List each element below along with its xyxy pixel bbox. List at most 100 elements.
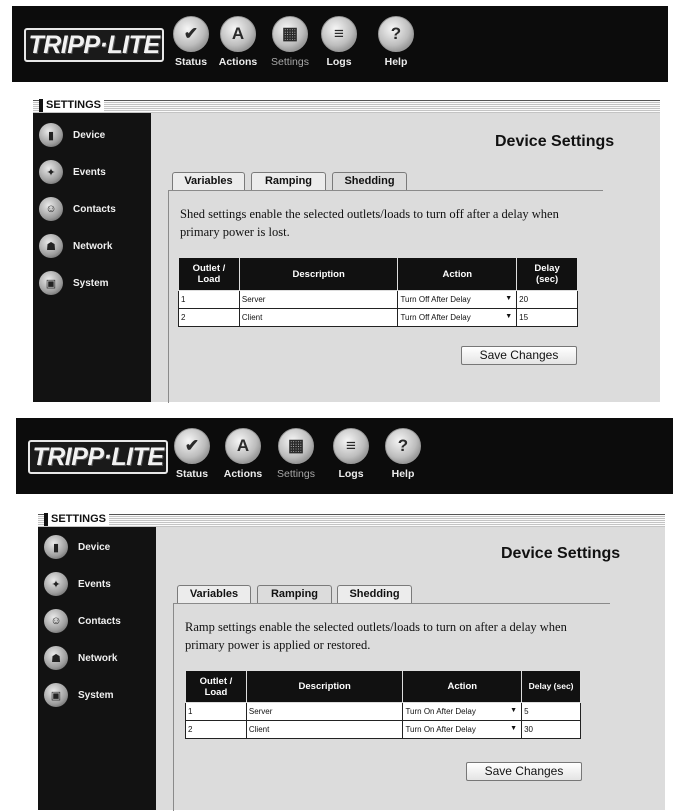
settings-icon: ▦ <box>272 16 308 52</box>
description-header: Description <box>238 257 399 291</box>
nav-status[interactable]: ✔ Status <box>169 428 215 480</box>
content-area: Device Settings Variables Ramping Sheddi… <box>156 527 665 811</box>
action-header: Action <box>402 670 523 703</box>
nav-logs[interactable]: ≡ Logs <box>328 428 374 480</box>
settings-section-bar: SETTINGS <box>33 99 660 113</box>
sidebar-item-device[interactable]: ▮ Device <box>44 533 110 561</box>
tripp-lite-logo: TRIPP·LITE <box>28 440 168 474</box>
dropdown-arrow-icon: ▼ <box>510 725 518 732</box>
device-icon: ▮ <box>39 123 63 147</box>
page-title: Device Settings <box>495 133 615 150</box>
table-row: 2 Client Turn On After Delay ▼ 30 <box>185 720 581 739</box>
nav-actions[interactable]: A Actions <box>220 428 266 480</box>
tab-shedding[interactable]: Shedding <box>332 172 407 190</box>
sidebar-item-events[interactable]: ✦ Events <box>44 570 111 598</box>
outlet-header: Outlet / Load <box>185 670 247 703</box>
tab-ramping[interactable]: Ramping <box>257 585 332 603</box>
sidebar-item-system[interactable]: ▣ System <box>44 681 114 709</box>
nav-logs-label: Logs <box>326 56 352 68</box>
delay-input[interactable]: 5 <box>521 702 581 721</box>
actions-icon: A <box>225 428 261 464</box>
content-area: Device Settings Variables Ramping Sheddi… <box>151 113 660 403</box>
nav-help[interactable]: ? Help <box>373 16 419 68</box>
help-icon: ? <box>385 428 421 464</box>
screen-shedding: TRIPP·LITE ✔ Status A Actions ▦ Settings… <box>0 0 673 403</box>
action-select[interactable]: Turn On After Delay ▼ <box>402 702 523 721</box>
nav-actions[interactable]: A Actions <box>215 16 261 68</box>
description-input[interactable]: Server <box>245 702 404 721</box>
screen-ramping: TRIPP·LITE ✔ Status A Actions ▦ Settings… <box>0 410 673 811</box>
nav-help-label: Help <box>391 468 415 480</box>
nav-settings[interactable]: ▦ Settings <box>273 428 319 480</box>
tripp-lite-logo: TRIPP·LITE <box>24 28 164 62</box>
settings-icon: ▦ <box>278 428 314 464</box>
sidebar-item-events[interactable]: ✦ Events <box>39 158 106 186</box>
settings-section-bar: SETTINGS <box>38 513 665 527</box>
sidebar-item-label: System <box>73 277 109 289</box>
delay-header: Delay (sec) <box>516 257 578 291</box>
nav-status[interactable]: ✔ Status <box>168 16 214 68</box>
events-icon: ✦ <box>39 160 63 184</box>
events-icon: ✦ <box>44 572 68 596</box>
top-nav-bar: TRIPP·LITE ✔ Status A Actions ▦ Settings… <box>16 418 673 494</box>
table-row: 1 Server Turn Off After Delay ▼ 20 <box>178 290 578 309</box>
settings-section-label: SETTINGS <box>39 99 105 112</box>
sidebar-item-contacts[interactable]: ☺ Contacts <box>44 607 121 635</box>
sidebar-item-label: Events <box>78 578 111 590</box>
action-select-value: Turn On After Delay <box>405 707 476 716</box>
delay-input[interactable]: 20 <box>516 290 578 309</box>
nav-status-label: Status <box>175 468 209 480</box>
sidebar-item-label: Events <box>73 166 106 178</box>
outlet-header-line2: Load <box>197 274 221 285</box>
description-input[interactable]: Server <box>238 290 399 309</box>
shed-description: Shed settings enable the selected outlet… <box>180 207 559 239</box>
nav-logs[interactable]: ≡ Logs <box>316 16 362 68</box>
delay-input[interactable]: 15 <box>516 308 578 327</box>
sidebar-item-device[interactable]: ▮ Device <box>39 121 105 149</box>
sidebar-item-contacts[interactable]: ☺ Contacts <box>39 195 116 223</box>
delay-input[interactable]: 30 <box>521 720 581 739</box>
contacts-icon: ☺ <box>44 609 68 633</box>
table-row: 1 Server Turn On After Delay ▼ 5 <box>185 702 581 721</box>
action-select[interactable]: Turn Off After Delay ▼ <box>397 308 518 327</box>
sidebar-item-network[interactable]: ☗ Network <box>39 232 112 260</box>
system-icon: ▣ <box>39 271 63 295</box>
tab-shedding[interactable]: Shedding <box>337 585 412 603</box>
sidebar: ▮ Device ✦ Events ☺ Contacts ☗ Network ▣… <box>33 113 151 402</box>
dropdown-arrow-icon: ▼ <box>505 295 513 302</box>
sidebar-item-label: Contacts <box>73 203 116 215</box>
sidebar-item-system[interactable]: ▣ System <box>39 269 109 297</box>
tab-variables[interactable]: Variables <box>177 585 251 603</box>
nav-actions-label: Actions <box>218 56 258 68</box>
sidebar: ▮ Device ✦ Events ☺ Contacts ☗ Network ▣… <box>38 527 156 810</box>
sidebar-item-label: Device <box>73 129 106 141</box>
save-changes-button[interactable]: Save Changes <box>461 346 577 365</box>
action-header: Action <box>397 257 518 291</box>
sidebar-item-label: Network <box>73 240 113 252</box>
delay-header: Delay (sec) <box>521 670 581 703</box>
outlet-cell: 1 <box>178 290 240 309</box>
dropdown-arrow-icon: ▼ <box>510 707 518 714</box>
network-icon: ☗ <box>44 646 68 670</box>
description-input[interactable]: Client <box>245 720 404 739</box>
sidebar-item-network[interactable]: ☗ Network <box>44 644 117 672</box>
action-select-value: Turn Off After Delay <box>400 313 471 322</box>
settings-section-label: SETTINGS <box>44 513 110 526</box>
nav-settings[interactable]: ▦ Settings <box>267 16 313 68</box>
tab-ramping[interactable]: Ramping <box>251 172 326 190</box>
system-icon: ▣ <box>44 683 68 707</box>
tab-variables[interactable]: Variables <box>172 172 245 190</box>
shed-settings-table: Outlet / Load Description Action Delay (se… <box>178 257 578 327</box>
actions-icon: A <box>220 16 256 52</box>
outlet-header-line1: Outlet / <box>199 675 233 687</box>
table-header-row: Outlet / Load Description Action Delay (s… <box>185 670 581 703</box>
action-select[interactable]: Turn Off After Delay ▼ <box>397 290 518 309</box>
status-icon: ✔ <box>173 16 209 52</box>
action-select[interactable]: Turn On After Delay ▼ <box>402 720 523 739</box>
help-icon: ? <box>378 16 414 52</box>
description-input[interactable]: Client <box>238 308 399 327</box>
nav-help[interactable]: ? Help <box>380 428 426 480</box>
delay-header-line1: Delay <box>534 263 560 274</box>
save-changes-button[interactable]: Save Changes <box>466 762 582 781</box>
sidebar-item-label: Network <box>78 652 118 664</box>
